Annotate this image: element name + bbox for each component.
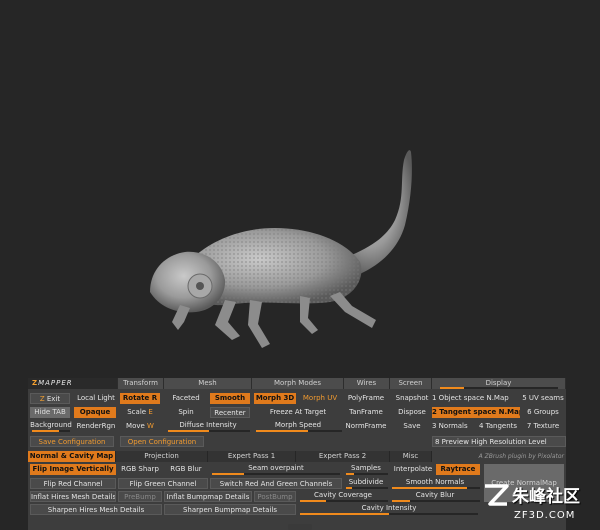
samples-slider[interactable] xyxy=(346,473,388,475)
inflat-hires-button[interactable]: Inflat Hires Mesh Details xyxy=(30,491,116,502)
sharpen-hires-button[interactable]: Sharpen Hires Mesh Details xyxy=(30,504,162,515)
rgb-blur-button[interactable]: RGB Blur xyxy=(164,464,208,475)
cavity-intensity-slider[interactable] xyxy=(300,513,478,515)
texture-button[interactable]: 7 Texture xyxy=(520,421,566,432)
section-screen: Screen xyxy=(390,378,432,389)
section-wires: Wires xyxy=(344,378,390,389)
flip-red-channel-button[interactable]: Flip Red Channel xyxy=(30,478,116,489)
switch-red-green-button[interactable]: Switch Red And Green Channels xyxy=(210,478,342,489)
uv-seams-button[interactable]: 5 UV seams xyxy=(520,393,566,404)
tab-normal-cavity-map[interactable]: Normal & Cavity Map xyxy=(28,451,116,462)
freeze-at-target-button[interactable]: Freeze At Target xyxy=(254,407,342,418)
diffuse-intensity-slider[interactable] xyxy=(168,430,250,432)
scale-key: E xyxy=(148,408,153,416)
object-space-nmap-button[interactable]: 1 Object space N.Map xyxy=(432,393,520,404)
tab-expert-pass-2[interactable]: Expert Pass 2 xyxy=(296,451,390,462)
background-slider[interactable] xyxy=(32,430,70,432)
normals-button[interactable]: 3 Normals xyxy=(432,421,476,432)
exit-label: Exit xyxy=(46,395,61,403)
preview-high-res-button[interactable]: 8 Preview High Resolution Level xyxy=(432,436,566,447)
rotate-label: Rotate xyxy=(122,394,150,402)
chameleon-model-icon xyxy=(150,150,412,348)
subdivide-slider[interactable] xyxy=(346,487,388,489)
panel-resize-handle[interactable] xyxy=(288,524,312,530)
morph-uv-button[interactable]: Morph UV xyxy=(298,393,342,404)
save-configuration-button[interactable]: Save Configuration xyxy=(30,436,114,447)
seam-overpaint-slider[interactable] xyxy=(212,473,340,475)
save-button[interactable]: Save xyxy=(392,421,432,432)
tab-misc[interactable]: Misc xyxy=(390,451,432,462)
section-morph-modes: Morph Modes xyxy=(252,378,344,389)
interpolate-button[interactable]: Interpolate xyxy=(390,464,436,475)
cavity-coverage-slider[interactable] xyxy=(300,500,388,502)
spin-button[interactable]: Spin xyxy=(166,407,206,418)
rotate-button[interactable]: Rotate R xyxy=(120,393,160,404)
raytrace-button[interactable]: Raytrace xyxy=(436,464,480,475)
smooth-button[interactable]: Smooth xyxy=(210,393,250,404)
tab-expert-pass-1[interactable]: Expert Pass 1 xyxy=(208,451,296,462)
display-slider[interactable] xyxy=(440,387,558,389)
prebump-button[interactable]: PreBump xyxy=(118,491,162,502)
cavity-blur-slider[interactable] xyxy=(392,500,480,502)
move-label: Move xyxy=(126,422,145,430)
zmapper-logo: ZMAPPER xyxy=(28,378,118,389)
watermark: 朱峰社区 ZF3D.COM xyxy=(480,480,600,530)
renderrgn-button[interactable]: RenderRgn xyxy=(74,421,118,432)
section-mesh: Mesh xyxy=(164,378,252,389)
tab-projection[interactable]: Projection xyxy=(116,451,208,462)
rotate-key: R xyxy=(151,394,158,402)
z-logo-icon: Z xyxy=(39,395,47,403)
morph-3d-button[interactable]: Morph 3D xyxy=(254,393,296,404)
section-transform: Transform xyxy=(118,378,164,389)
3d-viewport[interactable] xyxy=(0,0,600,378)
opaque-button[interactable]: Opaque xyxy=(74,407,116,418)
snapshot-button[interactable]: Snapshot xyxy=(392,393,432,404)
watermark-subtitle: ZF3D.COM xyxy=(514,510,576,521)
watermark-title: 朱峰社区 xyxy=(512,487,580,507)
polyframe-button[interactable]: PolyFrame xyxy=(344,393,388,404)
dispose-button[interactable]: Dispose xyxy=(392,407,432,418)
tangents-button[interactable]: 4 Tangents xyxy=(476,421,520,432)
logo-text: MAPPER xyxy=(38,379,73,387)
normframe-button[interactable]: NormFrame xyxy=(344,421,388,432)
local-light-button[interactable]: Local Light xyxy=(74,393,118,404)
groups-button[interactable]: 6 Groups xyxy=(520,407,566,418)
smooth-normals-slider[interactable] xyxy=(392,487,480,489)
postbump-button[interactable]: PostBump xyxy=(254,491,296,502)
zf-logo-icon xyxy=(485,484,509,506)
exit-button[interactable]: Z Exit xyxy=(30,393,70,404)
move-key: W xyxy=(147,422,154,430)
inflat-bumpmap-button[interactable]: Inflat Bumpmap Details xyxy=(164,491,252,502)
open-configuration-button[interactable]: Open Configuration xyxy=(120,436,204,447)
recenter-button[interactable]: Recenter xyxy=(210,407,250,418)
scale-button[interactable]: Scale E xyxy=(120,407,160,418)
flip-image-vertically-button[interactable]: Flip Image Vertically xyxy=(30,464,116,475)
flip-green-channel-button[interactable]: Flip Green Channel xyxy=(118,478,208,489)
hide-tab-button[interactable]: Hide TAB xyxy=(30,407,70,418)
rgb-sharp-button[interactable]: RGB Sharp xyxy=(118,464,162,475)
faceted-button[interactable]: Faceted xyxy=(166,393,206,404)
sharpen-bumpmap-button[interactable]: Sharpen Bumpmap Details xyxy=(164,504,296,515)
morph-speed-slider[interactable] xyxy=(256,430,342,432)
tanframe-button[interactable]: TanFrame xyxy=(344,407,388,418)
plugin-credit: A ZBrush plugin by Pixolator xyxy=(478,453,564,460)
move-button[interactable]: Move W xyxy=(120,421,160,432)
tangent-space-nmap-button[interactable]: 2 Tangent space N.Map xyxy=(432,407,520,418)
scale-label: Scale xyxy=(127,408,147,416)
